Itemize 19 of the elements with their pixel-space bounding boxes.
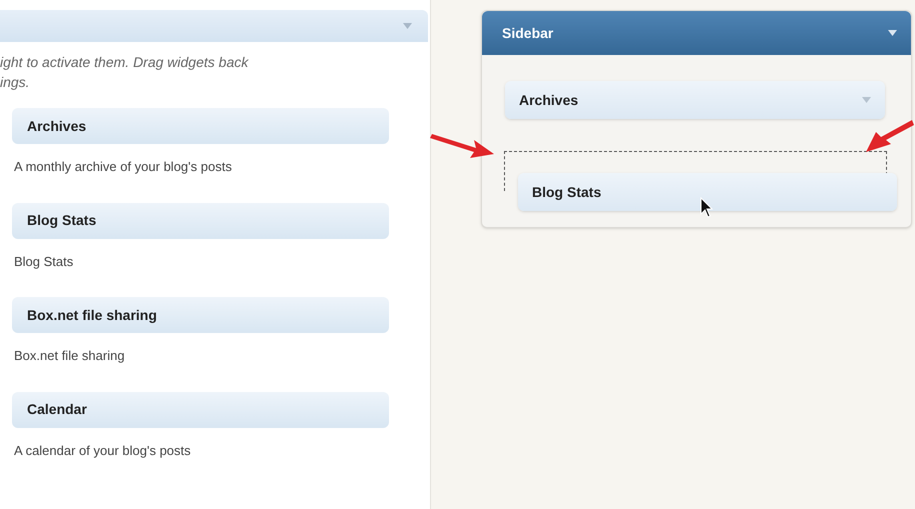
widget-description: A monthly archive of your blog's posts (13, 158, 232, 176)
sidebar-widget[interactable]: Archives (505, 81, 885, 119)
caret-icon[interactable] (888, 30, 897, 36)
widget-title: Archives (519, 90, 578, 110)
sidebar-header[interactable]: Sidebar (482, 11, 911, 55)
widget-description: Blog Stats (13, 252, 74, 271)
widget-description: Box.net file sharing (13, 347, 125, 365)
widget-title-bar[interactable]: Blog Stats (12, 202, 389, 238)
dragged-widget[interactable]: Blog Stats (518, 173, 897, 211)
widget-title-bar[interactable]: Box.net file sharing (12, 297, 389, 333)
instruction-text: ings. (0, 73, 30, 92)
instruction-text: ight to activate them. Drag widgets back (0, 53, 248, 72)
sidebar-title: Sidebar (502, 24, 554, 42)
widget-description: A calendar of your blog's posts (13, 442, 191, 460)
pointer-arrow (864, 118, 914, 154)
caret-icon[interactable] (403, 23, 412, 29)
widget-title-bar[interactable]: Archives (12, 108, 389, 144)
cursor-icon (700, 197, 714, 219)
widget-title-bar[interactable]: Calendar (12, 392, 389, 428)
